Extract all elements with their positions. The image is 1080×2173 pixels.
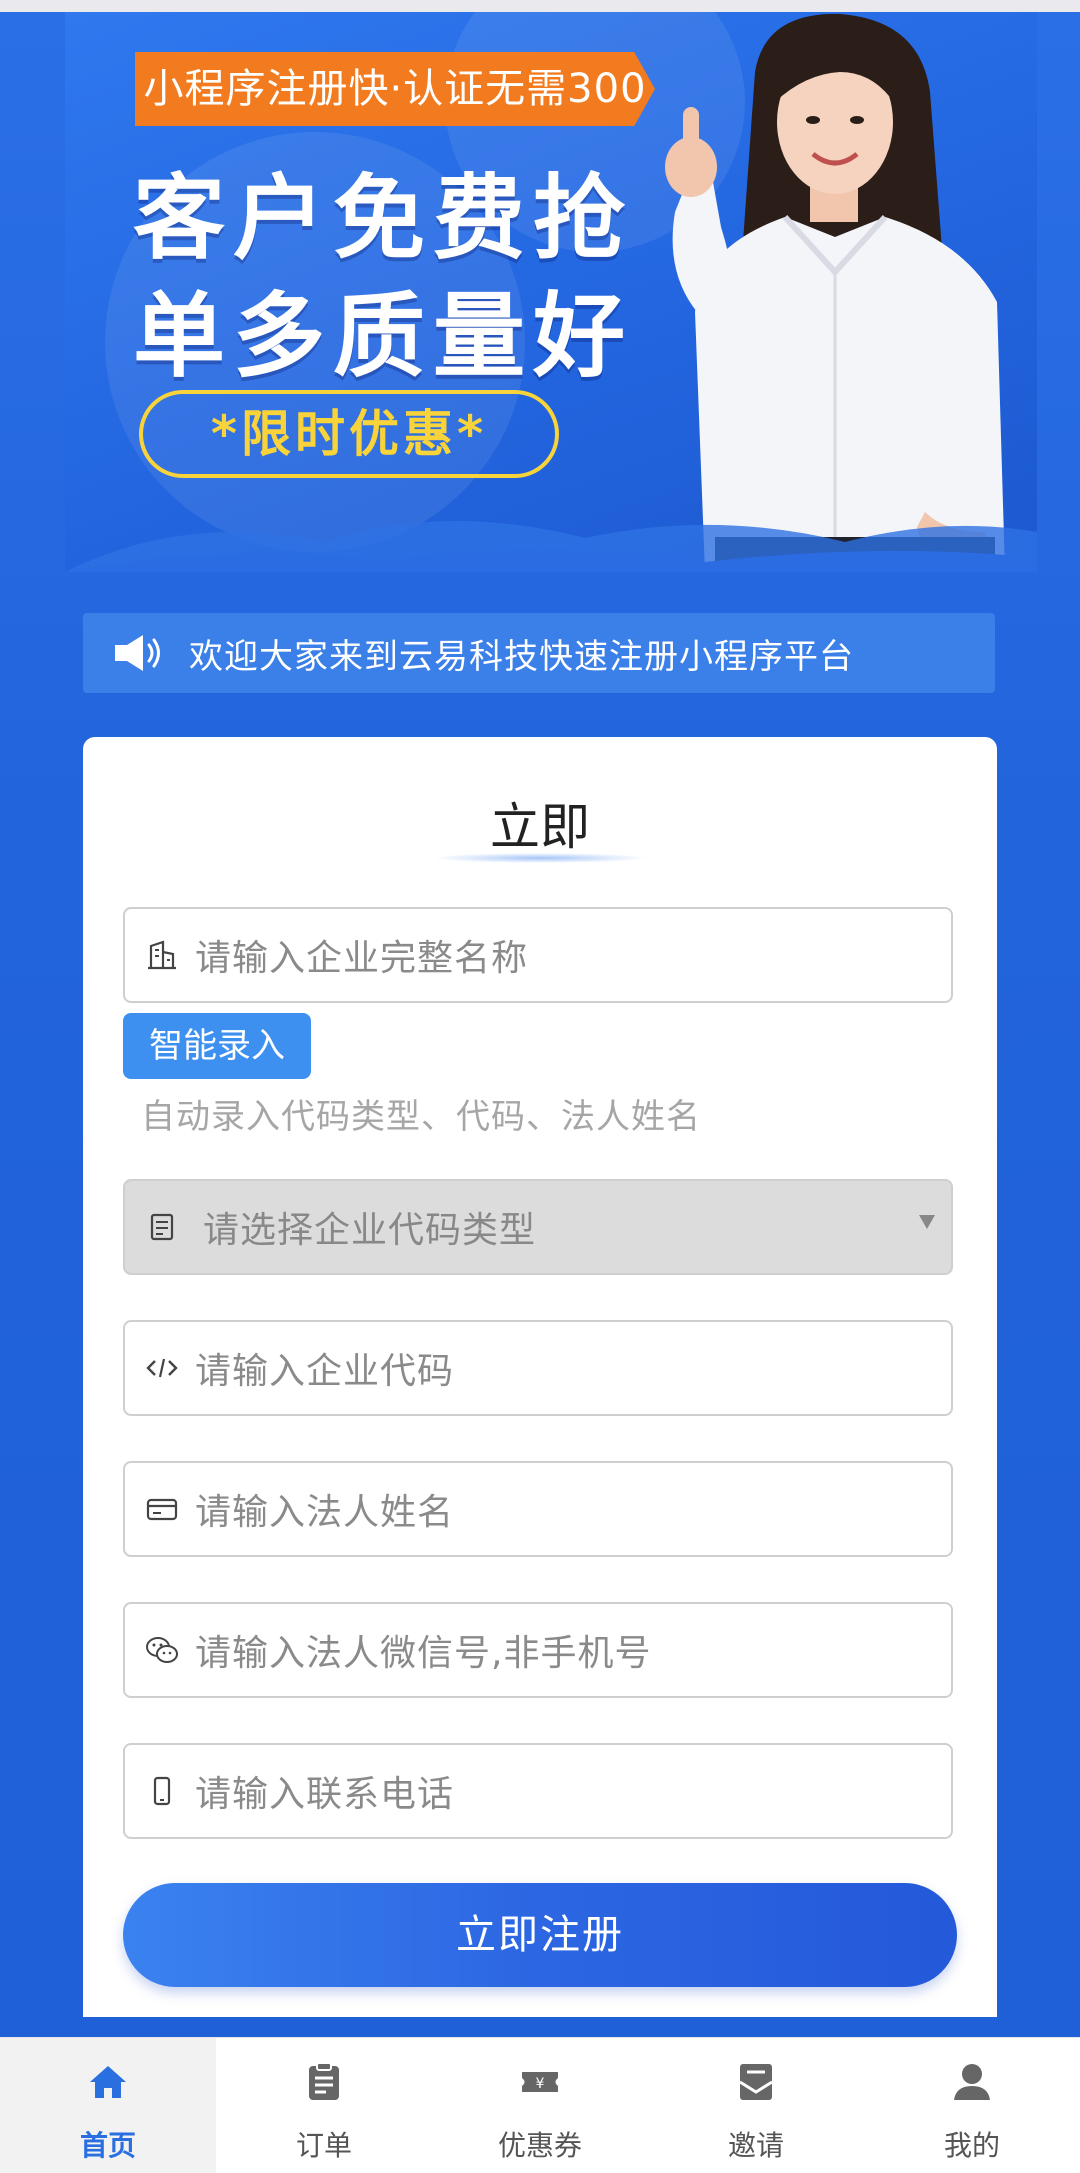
tab-home-label: 首页 xyxy=(79,2129,136,2162)
tab-invite[interactable]: 邀请 xyxy=(648,2038,864,2173)
bottom-tab-bar: 首页 订单 ¥ 优惠券 邀请 我的 xyxy=(0,2037,1080,2173)
smart-entry-hint: 自动录入代码类型、代码、法人姓名 xyxy=(141,1097,701,1137)
code-icon xyxy=(146,1358,178,1378)
announcement-bar[interactable]: 欢迎大家来到云易科技快速注册小程序平台 xyxy=(83,613,995,693)
company-code-field[interactable]: 请输入企业代码 xyxy=(123,1320,953,1416)
building-icon xyxy=(148,940,176,970)
wechat-field[interactable]: 请输入法人微信号,非手机号 xyxy=(123,1602,953,1698)
tab-coupons[interactable]: ¥ 优惠券 xyxy=(432,2038,648,2173)
banner-headline-line2: 单多质量好 xyxy=(133,283,634,390)
wechat-icon xyxy=(146,1637,178,1663)
code-type-placeholder: 请选择企业代码类型 xyxy=(203,1210,537,1251)
tab-profile-label: 我的 xyxy=(943,2129,1000,2162)
tab-orders[interactable]: 订单 xyxy=(216,2038,432,2173)
smart-entry-button[interactable]: 智能录入 xyxy=(123,1013,311,1079)
phone-placeholder: 请输入联系电话 xyxy=(195,1774,455,1815)
tab-coupons-label: 优惠券 xyxy=(497,2129,582,2162)
limited-offer-badge: *限时优惠* xyxy=(139,390,559,478)
tab-profile[interactable]: 我的 xyxy=(864,2038,1080,2173)
chevron-down-icon xyxy=(919,1215,935,1229)
clipboard-icon xyxy=(309,2062,339,2100)
document-icon xyxy=(150,1213,174,1241)
spokesperson-illustration xyxy=(665,13,1005,572)
legal-person-field[interactable]: 请输入法人姓名 xyxy=(123,1461,953,1557)
tab-invite-label: 邀请 xyxy=(727,2129,784,2162)
speaker-icon xyxy=(115,635,160,671)
home-icon xyxy=(90,2066,126,2098)
status-strip xyxy=(0,0,1080,12)
wechat-placeholder: 请输入法人微信号,非手机号 xyxy=(195,1633,652,1674)
legal-person-placeholder: 请输入法人姓名 xyxy=(195,1492,455,1533)
tab-home[interactable]: 首页 xyxy=(0,2038,216,2173)
company-name-field[interactable]: 请输入企业完整名称 xyxy=(123,907,953,1003)
tab-orders-label: 订单 xyxy=(295,2129,352,2162)
coupon-icon: ¥ xyxy=(522,2072,558,2092)
user-icon xyxy=(954,2064,990,2100)
announcement-text: 欢迎大家来到云易科技快速注册小程序平台 xyxy=(189,636,854,677)
invite-icon xyxy=(739,2064,773,2100)
company-code-placeholder: 请输入企业代码 xyxy=(195,1351,455,1392)
banner-hills xyxy=(65,520,1037,572)
register-button[interactable]: 立即注册 xyxy=(123,1883,957,1987)
phone-icon xyxy=(153,1776,171,1806)
form-title: 立即 xyxy=(490,798,590,856)
title-underline xyxy=(435,853,645,863)
promo-tag: 小程序注册快·认证无需300 xyxy=(135,52,655,126)
svg-text:¥: ¥ xyxy=(536,2076,545,2092)
phone-field[interactable]: 请输入联系电话 xyxy=(123,1743,953,1839)
company-name-placeholder: 请输入企业完整名称 xyxy=(195,938,529,979)
id-card-icon xyxy=(146,1498,178,1521)
banner-headline-line1: 客户免费抢 xyxy=(133,165,634,272)
code-type-select[interactable]: 请选择企业代码类型 xyxy=(123,1179,953,1275)
promo-banner[interactable]: 小程序注册快·认证无需300 客户免费抢 单多质量好 *限时优惠* xyxy=(65,12,1037,572)
registration-form: 立即 请输入企业完整名称 智能录入 自动录入代码类型、代码、法人姓名 请选择企业… xyxy=(83,737,997,2017)
